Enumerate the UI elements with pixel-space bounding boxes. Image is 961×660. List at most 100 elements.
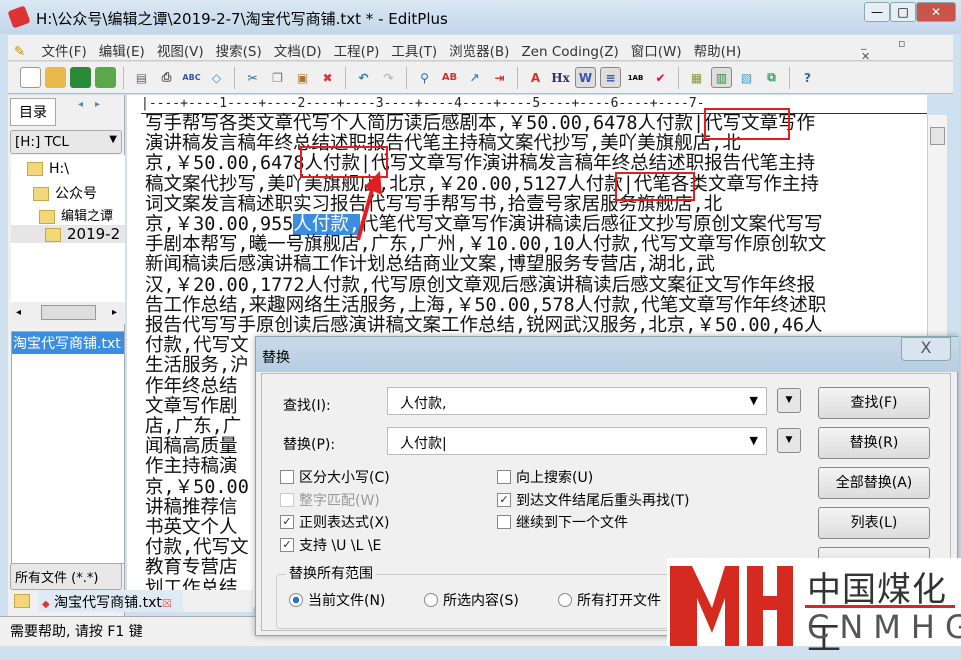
- editor-line: 京,￥30.00,955人付款,代笔代写文章写作演讲稿读后感征文抄写原创文案代写…: [145, 214, 823, 236]
- replace-value: 人付款|: [400, 436, 447, 452]
- file-filter-select[interactable]: 所有文件 (*.*): [10, 563, 122, 590]
- menu-help[interactable]: 帮助(H): [688, 35, 748, 65]
- line-wrap-icon[interactable]: ≡: [600, 67, 621, 88]
- tab-directory[interactable]: 目录: [10, 98, 56, 126]
- save-all-icon[interactable]: [95, 67, 116, 88]
- close-button[interactable]: ✕: [916, 2, 956, 22]
- list-button[interactable]: 列表(L): [818, 507, 930, 539]
- menu-view[interactable]: 视图(V): [151, 35, 210, 65]
- menu-project[interactable]: 工程(P): [328, 35, 386, 65]
- folder-icon: [14, 594, 30, 608]
- replace-icon[interactable]: AB: [439, 67, 460, 88]
- editor-line: 汉,￥20.00,1772人付款,代写原创文章观后感演讲稿读后感文案征文写作年终…: [145, 274, 816, 296]
- save-icon[interactable]: [70, 67, 91, 88]
- replace-options-button[interactable]: ▼: [777, 428, 801, 453]
- check-icon[interactable]: ✔: [650, 67, 671, 88]
- match-case-checkbox[interactable]: 区分大小写(C): [280, 467, 390, 487]
- directory-window-icon[interactable]: ▦: [686, 67, 707, 88]
- font-icon[interactable]: A: [525, 67, 546, 88]
- tree-hscrollbar[interactable]: ◂ ▸: [11, 302, 125, 324]
- panel-scroll-arrows[interactable]: ◂▸: [78, 99, 112, 110]
- spellcheck-icon[interactable]: ABC: [181, 67, 202, 88]
- folder-icon: [27, 162, 43, 176]
- menu-file[interactable]: 文件(F): [35, 35, 92, 65]
- hex-icon[interactable]: Hx: [550, 67, 571, 88]
- browser-preview-icon[interactable]: ◇: [206, 67, 227, 88]
- whole-word-checkbox[interactable]: 整字匹配(W): [280, 490, 380, 510]
- menu-tools[interactable]: 工具(T): [385, 35, 443, 65]
- cut-icon[interactable]: ✂: [242, 67, 263, 88]
- print-preview-icon[interactable]: ▤: [131, 67, 152, 88]
- folder-icon: [33, 187, 49, 201]
- doc-tab[interactable]: ◆ 淘宝代写商铺.txt☒: [38, 590, 183, 612]
- drive-select[interactable]: [H:] TCL ▼: [10, 130, 122, 154]
- line-numbers-icon[interactable]: 1AB: [625, 67, 646, 88]
- folder-tree: H:\ 公众号 编辑之谭 2019-2: [11, 155, 125, 310]
- cliptext-icon[interactable]: ▥: [711, 67, 732, 88]
- fullscreen-icon[interactable]: ⧉: [761, 67, 782, 88]
- open-icon[interactable]: [45, 67, 66, 88]
- dialog-close-button[interactable]: X: [901, 337, 951, 361]
- find-button[interactable]: 查找(F): [818, 387, 930, 419]
- find-value: 人付款,: [400, 396, 447, 412]
- app-icon: [7, 5, 31, 29]
- delete-icon[interactable]: ✖: [317, 67, 338, 88]
- maximize-button[interactable]: □: [890, 2, 916, 22]
- editor-line: 词文案发言稿述职实习报告代写写手帮写书,拾壹号家居服务旗舰店,北: [145, 193, 723, 215]
- editor-line: 新闻稿读后感演讲稿工作计划总结商业文案,博望服务专营店,湖北,武: [145, 254, 715, 276]
- wrap-around-checkbox[interactable]: ✓ 到达文件结尾后重头再找(T): [497, 490, 689, 510]
- editor-line: 手剧本帮写,曦一号旗舰店,广东,广州,￥10.00,10人付款,代写文章写作原创…: [145, 234, 827, 256]
- tree-node[interactable]: 编辑之谭: [39, 205, 113, 224]
- replace-all-button[interactable]: 全部替换(A): [818, 467, 930, 499]
- scope-current-file-radio[interactable]: 当前文件(N): [289, 590, 385, 610]
- menu-search[interactable]: 搜索(S): [210, 35, 268, 65]
- replace-input[interactable]: 人付款| ▼: [387, 427, 767, 455]
- find-options-button[interactable]: ▼: [777, 388, 801, 413]
- chevron-down-icon[interactable]: ▼: [750, 434, 758, 447]
- case-escape-checkbox[interactable]: ✓ 支持 \U \L \E: [280, 535, 381, 555]
- copy-icon[interactable]: ❐: [267, 67, 288, 88]
- help-icon[interactable]: ?: [797, 67, 818, 88]
- redo-icon[interactable]: ↷: [378, 67, 399, 88]
- toolbar: ▤ ⎙ ABC ◇ ✂ ❐ ▣ ✖ ↶ ↷ ⚲ AB ↗ ⇥ A Hx W ≡ …: [8, 62, 953, 94]
- new-file-icon[interactable]: [20, 67, 41, 88]
- file-list: 淘宝代写商铺.txt: [11, 331, 125, 564]
- undo-icon[interactable]: ↶: [353, 67, 374, 88]
- menu-edit[interactable]: 编辑(E): [93, 35, 151, 65]
- chevron-down-icon[interactable]: ▼: [750, 394, 758, 407]
- annotation-arrow-icon: [356, 171, 382, 241]
- regex-checkbox[interactable]: ✓ 正则表达式(X): [280, 512, 390, 532]
- find-label: 查找(I):: [283, 398, 331, 414]
- tree-node-selected[interactable]: 2019-2: [11, 225, 125, 243]
- search-up-checkbox[interactable]: 向上搜索(U): [497, 467, 593, 487]
- editor-line: 报告代写写手原创读后感演讲稿文案工作总结,锐网武汉服务,北京,￥50.00,46…: [145, 315, 823, 337]
- title-bar: H:\公众号\编辑之谭\2019-2-7\淘宝代写商铺.txt * - Edit…: [0, 0, 961, 34]
- document-tabs: ◆ 淘宝代写商铺.txt☒: [8, 590, 253, 612]
- dialog-title: 替换: [262, 350, 290, 366]
- scope-selection-radio[interactable]: 所选内容(S): [424, 590, 519, 610]
- print-icon[interactable]: ⎙: [156, 67, 177, 88]
- minimize-button[interactable]: —: [864, 2, 890, 22]
- output-icon[interactable]: ▧: [736, 67, 757, 88]
- next-file-checkbox[interactable]: 继续到下一个文件: [497, 512, 628, 532]
- find-icon[interactable]: ⚲: [414, 67, 435, 88]
- folder-icon: [45, 227, 61, 242]
- paste-icon[interactable]: ▣: [292, 67, 313, 88]
- goto-icon[interactable]: ↗: [464, 67, 485, 88]
- tree-node[interactable]: H:\: [27, 161, 69, 177]
- menu-document[interactable]: 文档(D): [268, 35, 328, 65]
- file-list-item[interactable]: 淘宝代写商铺.txt: [12, 332, 124, 354]
- tree-node[interactable]: 公众号: [33, 183, 97, 203]
- word-wrap-icon[interactable]: W: [575, 67, 596, 88]
- menu-browser[interactable]: 浏览器(B): [443, 35, 515, 65]
- replace-button[interactable]: 替换(R): [818, 427, 930, 459]
- indent-icon[interactable]: ⇥: [489, 67, 510, 88]
- menu-window[interactable]: 窗口(W): [625, 35, 688, 65]
- mdi-window-controls[interactable]: _ ▫ ✕: [861, 37, 953, 63]
- watermark-en: CNMHG: [807, 608, 961, 646]
- replace-label: 替换(P):: [283, 437, 336, 453]
- find-input[interactable]: 人付款, ▼: [387, 387, 767, 415]
- dialog-titlebar: 替换 X: [256, 337, 959, 372]
- close-tab-icon[interactable]: ☒: [162, 597, 172, 610]
- scope-all-open-files-radio[interactable]: 所有打开文件: [558, 590, 661, 610]
